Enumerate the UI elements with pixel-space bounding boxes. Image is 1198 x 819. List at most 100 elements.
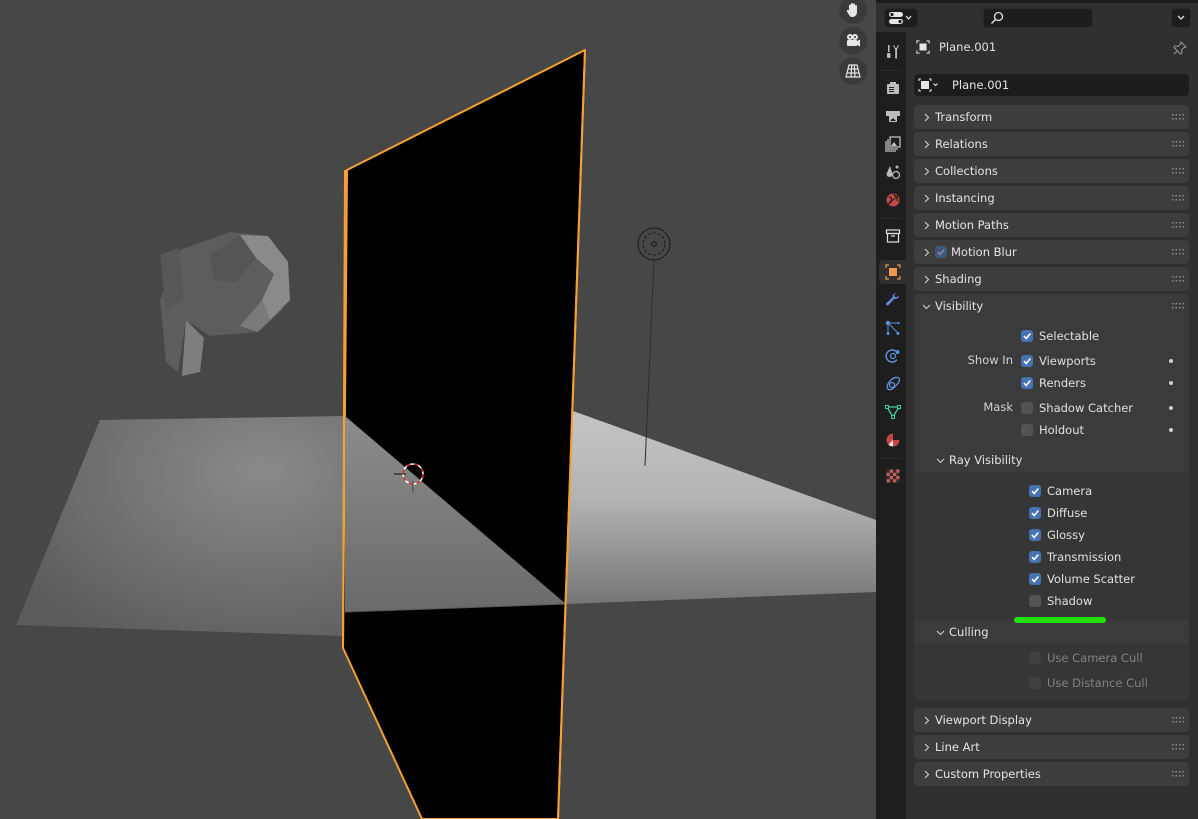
use-distance-cull-checkbox[interactable]: Use Distance Cull xyxy=(1029,674,1148,692)
drag-grip-icon[interactable] xyxy=(1172,195,1184,201)
suzanne-mesh[interactable] xyxy=(160,232,290,376)
tab-view-layer[interactable] xyxy=(880,132,906,156)
tab-modifiers[interactable] xyxy=(880,288,906,312)
holdout-checkbox[interactable]: Holdout xyxy=(1021,421,1084,439)
animate-property-dot[interactable] xyxy=(1169,406,1173,410)
tab-constraints[interactable] xyxy=(880,372,906,396)
checkbox[interactable] xyxy=(1029,573,1041,585)
3d-viewport[interactable] xyxy=(0,0,876,819)
checkbox[interactable] xyxy=(1021,355,1033,367)
drag-grip-icon[interactable] xyxy=(1172,141,1184,147)
panel-header-line-art[interactable]: Line Art xyxy=(914,735,1189,759)
drag-grip-icon[interactable] xyxy=(1172,276,1184,282)
checkbox[interactable] xyxy=(1021,377,1033,389)
checkbox[interactable] xyxy=(1029,551,1041,563)
renders-checkbox[interactable]: Renders xyxy=(1021,374,1086,392)
motion-blur-checkbox[interactable] xyxy=(935,246,947,258)
tab-render[interactable] xyxy=(880,76,906,100)
tab-collection[interactable] xyxy=(880,224,906,248)
panel-header-relations[interactable]: Relations xyxy=(914,132,1189,156)
ray-volume-scatter-checkbox[interactable]: Volume Scatter xyxy=(1029,570,1135,588)
subpanel-header-culling[interactable]: Culling xyxy=(914,620,1189,644)
drag-grip-icon[interactable] xyxy=(1172,303,1184,309)
ray-shadow-checkbox[interactable]: Shadow xyxy=(1029,592,1092,610)
editor-type-button[interactable] xyxy=(884,8,918,28)
drag-grip-icon[interactable] xyxy=(1172,717,1184,723)
panel-header-motion-paths[interactable]: Motion Paths xyxy=(914,213,1189,237)
datablock-browse-button[interactable] xyxy=(914,74,945,96)
tab-data[interactable] xyxy=(880,400,906,424)
animate-property-dot[interactable] xyxy=(1169,428,1173,432)
hand-icon xyxy=(846,3,857,17)
panel-custom-properties[interactable]: Custom Properties xyxy=(914,762,1189,786)
panel-header-shading[interactable]: Shading xyxy=(914,267,1189,291)
checkbox-label: Shadow Catcher xyxy=(1039,401,1134,415)
panel-motion-paths[interactable]: Motion Paths xyxy=(914,213,1189,237)
panel-transform[interactable]: Transform xyxy=(914,105,1189,129)
panel-header-motion-blur[interactable]: Motion Blur xyxy=(914,240,1189,264)
subpanel-header-ray-visibility[interactable]: Ray Visibility xyxy=(914,448,1189,472)
selected-plane-plane-001[interactable] xyxy=(342,49,586,819)
animate-property-dot[interactable] xyxy=(1169,381,1173,385)
panel-header-viewport-display[interactable]: Viewport Display xyxy=(914,708,1189,732)
checkbox[interactable] xyxy=(1029,677,1041,689)
ray-diffuse-checkbox[interactable]: Diffuse xyxy=(1029,504,1087,522)
selectable-checkbox[interactable]: Selectable xyxy=(1021,327,1099,345)
options-dropdown-button[interactable] xyxy=(1171,8,1191,28)
animate-property-dot[interactable] xyxy=(1169,359,1173,363)
search-input[interactable] xyxy=(983,8,1093,28)
checkbox[interactable] xyxy=(1021,402,1033,414)
checkbox[interactable] xyxy=(1029,507,1041,519)
toggle-perspective-gizmo[interactable] xyxy=(839,57,867,85)
panel-title: Transform xyxy=(935,110,993,124)
ray-transmission-checkbox[interactable]: Transmission xyxy=(1029,548,1121,566)
drag-grip-icon[interactable] xyxy=(1172,771,1184,777)
panel-header-instancing[interactable]: Instancing xyxy=(914,186,1189,210)
checkbox[interactable] xyxy=(1029,485,1041,497)
floor-plane-right[interactable] xyxy=(566,411,876,604)
tab-output[interactable] xyxy=(880,104,906,128)
panel-header-collections[interactable]: Collections xyxy=(914,159,1189,183)
panel-line-art[interactable]: Line Art xyxy=(914,735,1189,759)
panel-shading[interactable]: Shading xyxy=(914,267,1189,291)
checkbox[interactable] xyxy=(1021,330,1033,342)
tab-scene[interactable] xyxy=(880,160,906,184)
tab-particles[interactable] xyxy=(880,316,906,340)
panel-viewport-display[interactable]: Viewport Display xyxy=(914,708,1189,732)
panel-motion-blur[interactable]: Motion Blur xyxy=(914,240,1189,264)
shadow-catcher-checkbox[interactable]: Shadow Catcher xyxy=(1021,399,1133,417)
panel-collections[interactable]: Collections xyxy=(914,159,1189,183)
drag-grip-icon[interactable] xyxy=(1172,222,1184,228)
ray-camera-checkbox[interactable]: Camera xyxy=(1029,482,1092,500)
use-camera-cull-checkbox[interactable]: Use Camera Cull xyxy=(1029,649,1143,667)
panel-relations[interactable]: Relations xyxy=(914,132,1189,156)
tab-physics[interactable] xyxy=(880,344,906,368)
checkbox[interactable] xyxy=(1029,652,1041,664)
drag-grip-icon[interactable] xyxy=(1172,168,1184,174)
drag-grip-icon[interactable] xyxy=(1172,744,1184,750)
object-name-field[interactable]: Plane.001 xyxy=(944,74,1189,96)
checkmark-icon xyxy=(1031,575,1039,583)
pin-icon[interactable] xyxy=(1173,41,1187,55)
floor-plane-left[interactable] xyxy=(16,416,345,636)
tab-texture[interactable] xyxy=(880,464,906,488)
panel-header-custom-properties[interactable]: Custom Properties xyxy=(914,762,1189,786)
tab-material[interactable] xyxy=(880,428,906,452)
tab-object[interactable] xyxy=(879,260,906,284)
checkbox[interactable] xyxy=(1029,529,1041,541)
ray-glossy-checkbox[interactable]: Glossy xyxy=(1029,526,1085,544)
panel-header-visibility[interactable]: Visibility xyxy=(914,294,1189,318)
tab-tool[interactable] xyxy=(880,40,906,64)
camera-view-gizmo[interactable] xyxy=(839,27,867,55)
scene-canvas[interactable] xyxy=(0,0,876,819)
panel-header-transform[interactable]: Transform xyxy=(914,105,1189,129)
drag-grip-icon[interactable] xyxy=(1172,249,1184,255)
checkbox[interactable] xyxy=(1021,424,1033,436)
drag-grip-icon[interactable] xyxy=(1172,114,1184,120)
checkbox[interactable] xyxy=(1029,595,1041,607)
panel-instancing[interactable]: Instancing xyxy=(914,186,1189,210)
tab-world[interactable] xyxy=(880,188,906,212)
point-light[interactable] xyxy=(637,227,671,467)
culling-body: Use Camera Cull Use Distance Cull xyxy=(914,644,1189,700)
viewports-checkbox[interactable]: Viewports xyxy=(1021,352,1096,370)
